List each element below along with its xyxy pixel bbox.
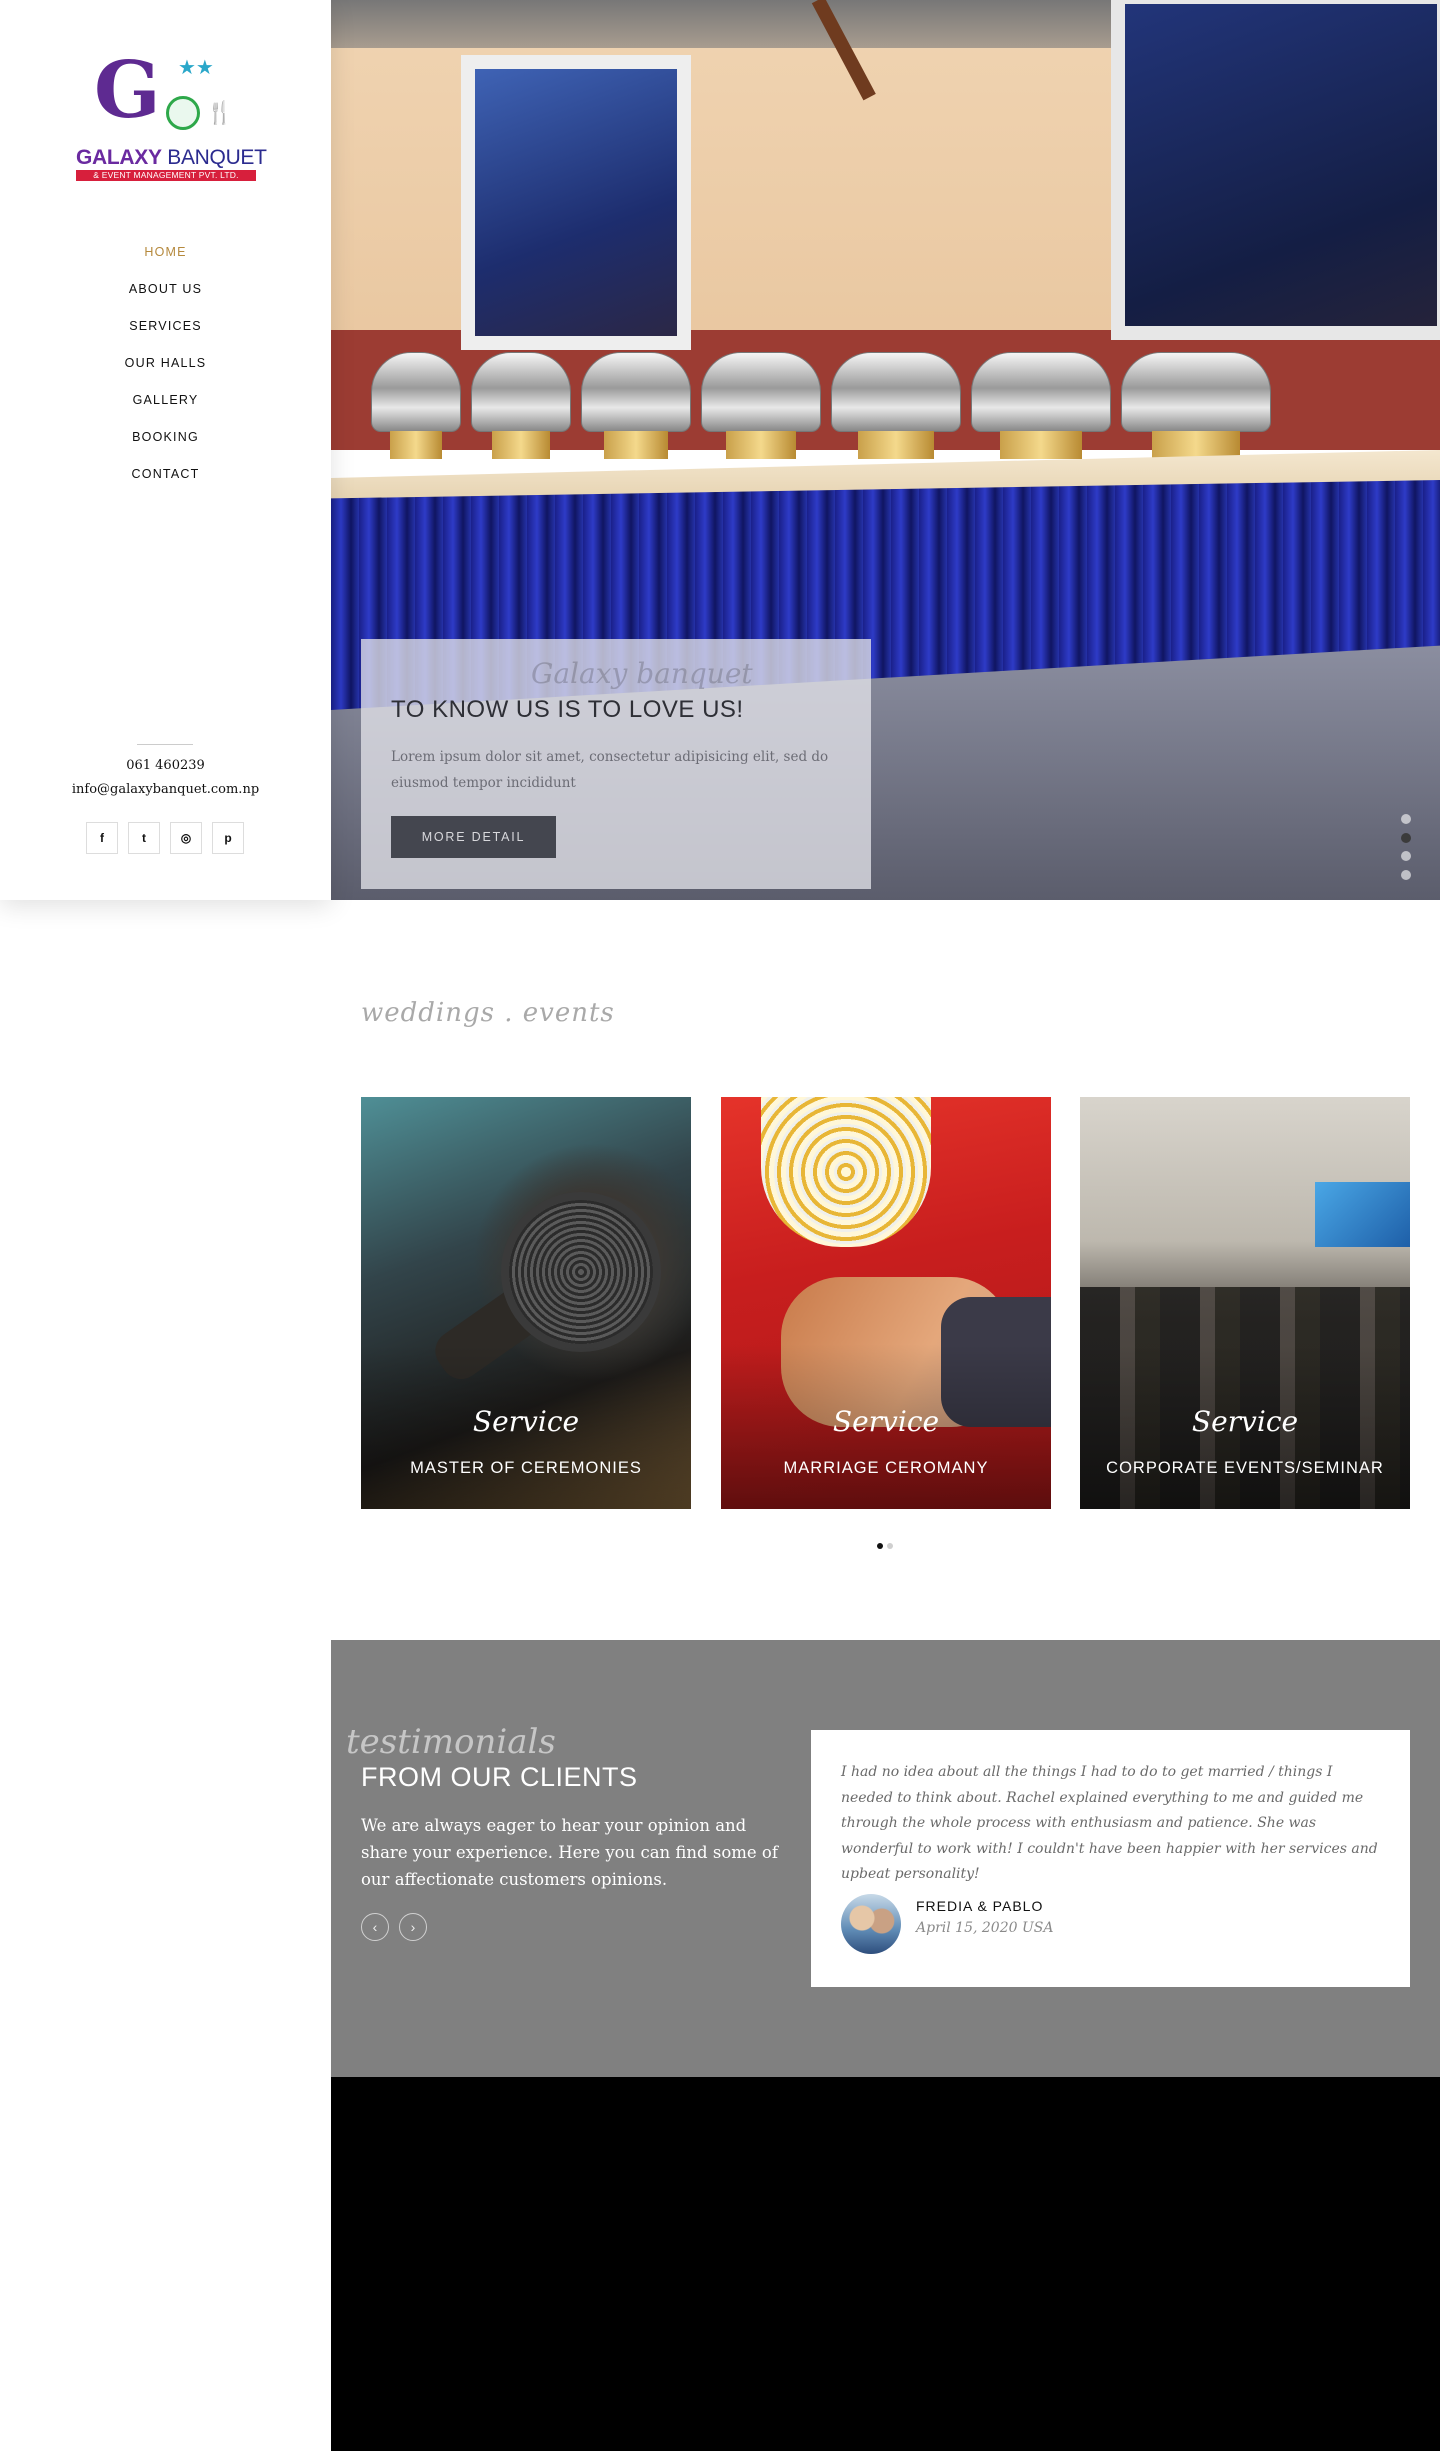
slide-dot[interactable] (1401, 851, 1411, 861)
main-nav: HOME ABOUT US SERVICES OUR HALLS GALLERY BOOK… (0, 240, 331, 499)
page-dot[interactable] (877, 1543, 883, 1549)
service-card-master-of-ceremonies[interactable]: Service MASTER OF CEREMONIES (361, 1097, 691, 1509)
twitter-icon[interactable]: t (128, 822, 160, 854)
hero-photo-window (1111, 0, 1440, 340)
facebook-icon[interactable]: f (86, 822, 118, 854)
logo-brand: GALAXY BANQUET (76, 146, 267, 169)
services-pagination-dots (877, 1543, 893, 1549)
hero-slide-dots (1401, 814, 1411, 888)
nav-item-gallery[interactable]: GALLERY (0, 388, 331, 425)
services-script-title: weddings . events (361, 998, 615, 1028)
testimonials-script-title: testimonials (346, 1722, 556, 1762)
service-card-script: Service (1191, 1405, 1299, 1438)
testimonials-heading: FROM OUR CLIENTS (361, 1762, 638, 1792)
testimonial-author: FREDIA & PABLO (916, 1898, 1044, 1914)
hero-script-text: Galaxy banquet (531, 657, 753, 690)
footer-block (331, 2077, 1440, 2451)
contact-email[interactable]: info@galaxybanquet.com.np (0, 782, 331, 797)
sidebar-divider (137, 744, 193, 745)
social-links: f t ◎ p (86, 822, 244, 854)
hero-headline: TO KNOW US IS TO LOVE US! (391, 696, 744, 723)
service-card-marriage-ceromany[interactable]: Service MARRIAGE CEROMANY (721, 1097, 1051, 1509)
slide-dot[interactable] (1401, 832, 1411, 843)
service-card-script: Service (832, 1405, 940, 1438)
hero-caption-card: Galaxy banquet TO KNOW US IS TO LOVE US!… (361, 639, 871, 889)
nav-item-home[interactable]: HOME (0, 240, 331, 277)
logo-tagline: & EVENT MANAGEMENT PVT. LTD. (76, 170, 256, 181)
cutlery-icon: 🍴 (206, 100, 234, 125)
testimonials-description: We are always eager to hear your opinion… (361, 1816, 778, 1889)
nav-item-contact[interactable]: CONTACT (0, 462, 331, 499)
next-arrow-icon[interactable]: › (399, 1913, 427, 1941)
slide-dot[interactable] (1401, 869, 1411, 880)
more-detail-button[interactable]: MORE DETAIL (391, 816, 556, 858)
nav-item-services[interactable]: SERVICES (0, 314, 331, 351)
service-card-title: MARRIAGE CEROMANY (783, 1459, 989, 1477)
logo-g-mark: G (94, 45, 161, 136)
hero-description: Lorem ipsum dolor sit amet, consectetur … (391, 749, 829, 791)
instagram-icon[interactable]: ◎ (170, 822, 202, 854)
testimonial-nav: ‹ › (361, 1913, 427, 1941)
testimonial-quote: I had no idea about all the things I had… (841, 1764, 1378, 1882)
testimonial-card: I had no idea about all the things I had… (811, 1730, 1410, 1987)
service-card-title: MASTER OF CEREMONIES (410, 1459, 642, 1477)
hero-photo-chafing-dishes (371, 352, 1401, 462)
nav-item-about-us[interactable]: ABOUT US (0, 277, 331, 314)
chef-icon (166, 96, 200, 130)
contact-phone[interactable]: 061 460239 (0, 758, 331, 773)
nav-item-booking[interactable]: BOOKING (0, 425, 331, 462)
testimonial-date: April 15, 2020 USA (916, 1920, 1054, 1936)
service-card-title: CORPORATE EVENTS/SEMINAR (1106, 1459, 1384, 1477)
sidebar: G ★★ 🍴 GALAXY BANQUET & EVENT MANAGEMENT… (0, 0, 331, 900)
hero-photo-window (461, 55, 691, 350)
pinterest-icon[interactable]: p (212, 822, 244, 854)
service-card-script: Service (472, 1405, 580, 1438)
nav-item-our-halls[interactable]: OUR HALLS (0, 351, 331, 388)
slide-dot[interactable] (1401, 814, 1411, 824)
page-dot[interactable] (887, 1543, 893, 1549)
stars-icon: ★★ (178, 57, 214, 79)
client-avatar (841, 1894, 901, 1954)
service-card-corporate-events[interactable]: Service CORPORATE EVENTS/SEMINAR (1080, 1097, 1410, 1509)
prev-arrow-icon[interactable]: ‹ (361, 1913, 389, 1941)
galaxy-banquet-logo[interactable]: G ★★ 🍴 GALAXY BANQUET & EVENT MANAGEMENT… (74, 52, 267, 186)
